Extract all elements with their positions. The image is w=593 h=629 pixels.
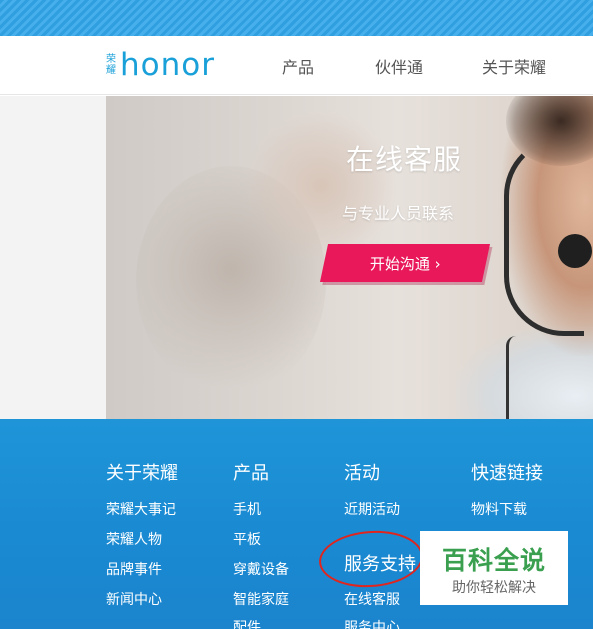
footer-link[interactable]: 近期活动 <box>344 499 400 519</box>
footer-col-title-products: 产品 <box>233 463 269 484</box>
footer-link[interactable]: 荣耀人物 <box>106 529 162 549</box>
footer-link[interactable]: 物料下载 <box>471 499 527 519</box>
hero-subtitle: 与专业人员联系 <box>342 204 455 223</box>
start-chat-button[interactable]: 开始沟通 › <box>319 244 491 282</box>
footer-link[interactable]: 配件 <box>233 617 261 629</box>
logo-text: honor <box>120 47 215 83</box>
footer-link[interactable]: 品牌事件 <box>106 559 162 579</box>
headset-cord <box>506 336 526 419</box>
top-decor-strip <box>0 0 593 36</box>
footer-link[interactable]: 服务中心 <box>344 617 400 629</box>
footer-link[interactable]: 在线客服 <box>344 589 400 609</box>
watermark-title: 百科全说 <box>441 546 546 575</box>
footer-link[interactable]: 荣耀大事记 <box>106 499 176 519</box>
footer-col-title-activities: 活动 <box>344 463 380 484</box>
logo-mark: 荣耀 <box>106 54 116 76</box>
watermark-badge: 百科全说 助你轻松解决 <box>420 531 568 605</box>
site-header: 荣耀 honor 产品 伙伴通 关于荣耀 <box>0 36 593 95</box>
left-gutter <box>0 96 106 419</box>
footer-link[interactable]: 智能家庭 <box>233 589 289 609</box>
footer-link[interactable]: 平板 <box>233 529 261 549</box>
watermark-subtitle: 助你轻松解决 <box>452 580 536 596</box>
hero-background-blur <box>246 106 396 266</box>
nav-partners[interactable]: 伙伴通 <box>375 54 423 78</box>
hero-banner: 在线客服 与专业人员联系 开始沟通 › <box>106 96 593 419</box>
microphone-icon <box>558 234 592 268</box>
nav-about[interactable]: 关于荣耀 <box>482 54 546 78</box>
footer-link[interactable]: 手机 <box>233 499 261 519</box>
start-chat-label: 开始沟通 › <box>369 254 441 273</box>
footer-col-title-about: 关于荣耀 <box>106 463 178 484</box>
footer-col-title-quicklinks: 快速链接 <box>471 463 543 484</box>
nav-products[interactable]: 产品 <box>282 54 314 78</box>
hero-title: 在线客服 <box>346 143 463 176</box>
footer-link[interactable]: 穿戴设备 <box>233 559 289 579</box>
footer-link[interactable]: 新闻中心 <box>106 589 162 609</box>
honor-logo[interactable]: 荣耀 honor <box>106 49 215 81</box>
